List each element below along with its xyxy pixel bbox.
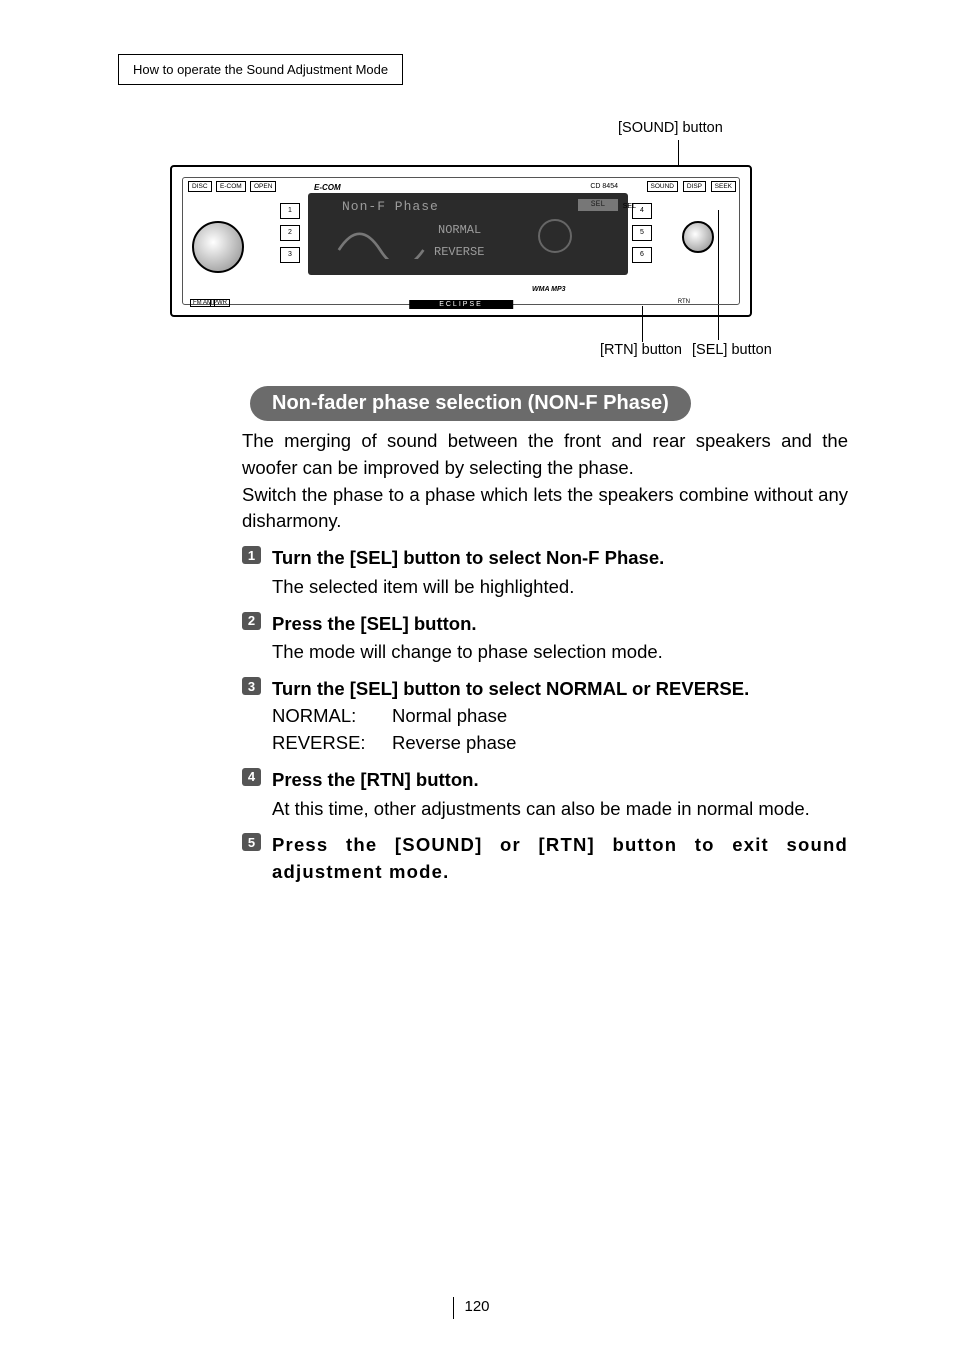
callout-sound-leader: [678, 140, 679, 166]
page-section-tab-text: How to operate the Sound Adjustment Mode: [133, 62, 388, 77]
stereo-rtn-label: RTN: [678, 299, 690, 305]
def-normal-val: Normal phase: [392, 703, 507, 730]
page-number-divider: [453, 1297, 454, 1319]
stereo-sel-label: SEL: [623, 203, 636, 210]
preset-6: 6: [632, 247, 652, 263]
preset-3: 3: [280, 247, 300, 263]
stereo-lcd-display: Non-F Phase SEL NORMAL REVERSE: [308, 193, 628, 275]
step-5: 5 Press the [SOUND] or [RTN] button to e…: [242, 832, 848, 886]
step-3-defs: NORMAL: Normal phase REVERSE: Reverse ph…: [272, 703, 848, 757]
stereo-pwr-label: PWR: [210, 299, 230, 307]
sel-knob: [682, 221, 714, 253]
step-3: 3 Turn the [SEL] button to select NORMAL…: [242, 676, 848, 756]
preset-1: 1: [280, 203, 300, 219]
stereo-model-label: CD 8454: [590, 183, 618, 190]
intro-p1: The merging of sound between the front a…: [242, 430, 848, 478]
step-number-1: 1: [242, 546, 261, 564]
callout-sel-label: [SEL] button: [692, 342, 772, 358]
page-section-tab: How to operate the Sound Adjustment Mode: [118, 54, 403, 85]
def-reverse-val: Reverse phase: [392, 730, 516, 757]
step-1: 1 Turn the [SEL] button to select Non-F …: [242, 545, 848, 601]
lcd-menu-title: Non-F Phase: [342, 199, 439, 214]
step-2: 2 Press the [SEL] button. The mode will …: [242, 611, 848, 667]
stereo-disp-button: DISP: [683, 181, 706, 192]
section-heading-text: Non-fader phase selection (NON-F Phase): [272, 392, 669, 414]
manual-page: How to operate the Sound Adjustment Mode…: [0, 0, 954, 1355]
callout-rtn-label: [RTN] button: [600, 342, 682, 358]
step-number-3: 3: [242, 677, 261, 695]
def-reverse-key: REVERSE:: [272, 730, 392, 757]
step-number-4: 4: [242, 768, 261, 786]
lcd-dial-icon: [538, 219, 572, 253]
step-5-title: Press the [SOUND] or [RTN] button to exi…: [272, 832, 848, 886]
step-4-title: Press the [RTN] button.: [272, 767, 848, 794]
preset-5: 5: [632, 225, 652, 241]
instruction-steps: 1 Turn the [SEL] button to select Non-F …: [242, 545, 848, 896]
lcd-option-reverse: REVERSE: [434, 245, 484, 259]
lcd-option-normal: NORMAL: [438, 223, 481, 237]
step-2-body: The mode will change to phase selection …: [272, 639, 848, 666]
callout-sound-label: [SOUND] button: [618, 120, 723, 136]
intro-p2: Switch the phase to a phase which lets t…: [242, 484, 848, 532]
step-number-5: 5: [242, 833, 261, 851]
step-1-body: The selected item will be highlighted.: [272, 574, 848, 601]
lcd-wave-icon: [334, 223, 430, 259]
section-heading: Non-fader phase selection (NON-F Phase): [250, 386, 691, 421]
lcd-sel-indicator: SEL: [578, 199, 618, 211]
step-number-2: 2: [242, 612, 261, 630]
step-4-body: At this time, other adjustments can also…: [272, 796, 848, 823]
car-stereo-diagram: DISC E-COM OPEN E-COM CD 8454 SOUND DISP…: [170, 165, 752, 317]
volume-knob: [192, 221, 244, 273]
stereo-wma-label: WMA MP3: [532, 286, 566, 293]
page-number: 120: [464, 1298, 489, 1315]
step-3-title: Turn the [SEL] button to select NORMAL o…: [272, 676, 848, 703]
step-4: 4 Press the [RTN] button. At this time, …: [242, 767, 848, 823]
stereo-volume-area: [188, 187, 268, 279]
stereo-seek-button: SEEK: [711, 181, 736, 192]
intro-paragraphs: The merging of sound between the front a…: [242, 428, 848, 535]
stereo-ecom-label: E-COM: [314, 183, 341, 192]
step-1-title: Turn the [SEL] button to select Non-F Ph…: [272, 545, 848, 572]
step-2-title: Press the [SEL] button.: [272, 611, 848, 638]
stereo-sound-button: SOUND: [647, 181, 678, 192]
preset-2: 2: [280, 225, 300, 241]
stereo-brand-label: ECLIPSE: [409, 300, 513, 309]
def-normal-key: NORMAL:: [272, 703, 392, 730]
